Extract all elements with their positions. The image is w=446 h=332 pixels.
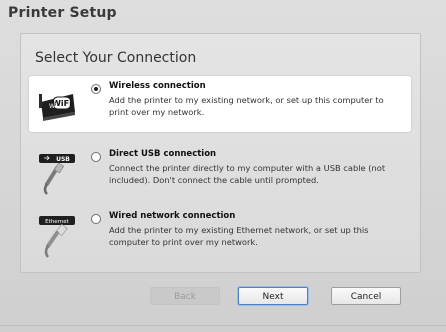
option-ethernet-title: Wired network connection <box>109 211 236 221</box>
window-title: Printer Setup <box>8 5 117 21</box>
ethernet-cable-icon: Ethernet <box>35 212 79 258</box>
option-usb[interactable]: USB Direct USB connection Connect the pr… <box>29 144 411 200</box>
option-usb-description: Connect the printer directly to my compu… <box>109 163 386 185</box>
svg-text:Wi: Wi <box>49 103 57 110</box>
printer-setup-window: Printer Setup Select Your Connection WiF… <box>0 0 446 332</box>
usb-label: USB <box>56 156 70 163</box>
panel-heading: Select Your Connection <box>35 50 197 66</box>
radio-ethernet[interactable] <box>91 214 101 224</box>
connection-panel: Select Your Connection WiFi Wi Wireless … <box>20 33 421 273</box>
option-wireless-title: Wireless connection <box>109 81 206 91</box>
option-ethernet-description: Add the printer to my existing Ethernet … <box>109 225 369 247</box>
option-wireless-description: Add the printer to my existing network, … <box>109 95 384 117</box>
usb-cable-icon: USB <box>35 150 79 196</box>
radio-wireless[interactable] <box>91 84 101 94</box>
radio-usb[interactable] <box>91 152 101 162</box>
option-usb-title: Direct USB connection <box>109 149 217 159</box>
next-button[interactable]: Next <box>238 287 308 305</box>
window-bottom-divider <box>0 325 446 326</box>
option-ethernet[interactable]: Ethernet Wired network connection Add th… <box>29 206 411 262</box>
ethernet-label: Ethernet <box>45 219 70 225</box>
back-button[interactable]: Back <box>150 287 220 305</box>
wifi-router-icon: WiFi Wi <box>35 82 79 128</box>
option-wireless[interactable]: WiFi Wi Wireless connection Add the prin… <box>29 76 411 132</box>
cancel-button[interactable]: Cancel <box>331 287 401 305</box>
